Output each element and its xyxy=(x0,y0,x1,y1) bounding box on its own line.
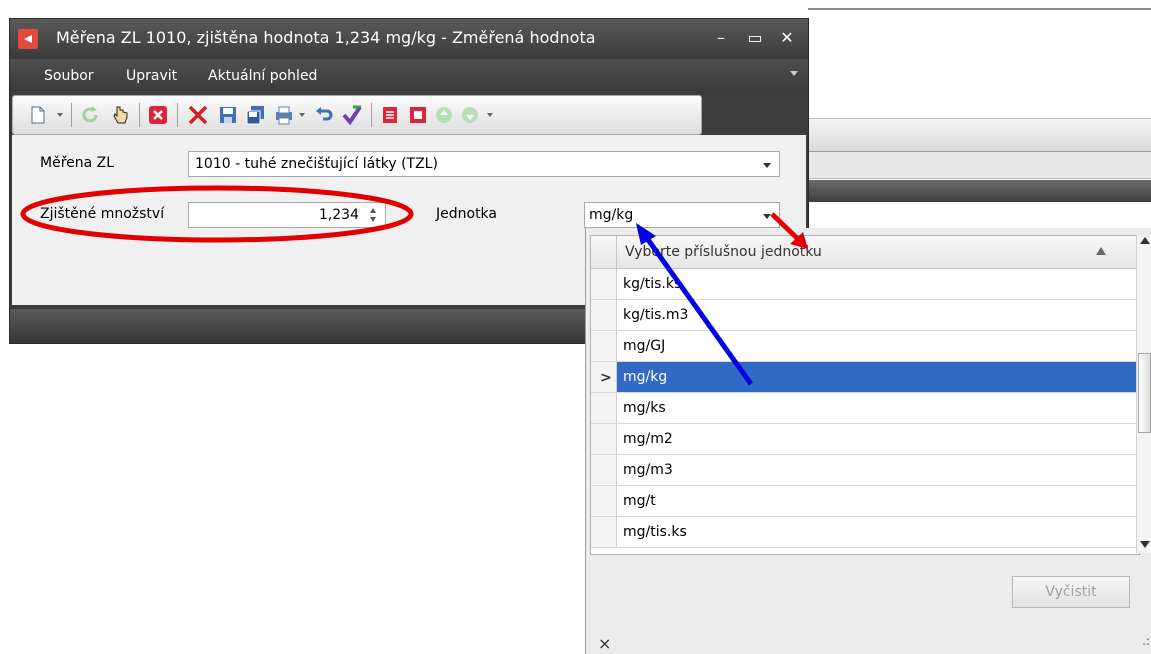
menu-bar: Soubor Upravit Aktuální pohled xyxy=(10,59,808,93)
list-item[interactable]: mg/GJ xyxy=(591,331,1139,362)
row-indicator xyxy=(591,331,617,361)
scroll-up-icon[interactable] xyxy=(1140,237,1150,244)
background-panel xyxy=(808,152,1151,179)
new-document-icon[interactable] xyxy=(27,104,49,126)
unit-grid: Vyberte příslušnou jednotku kg/tis.ks kg… xyxy=(590,235,1140,555)
report-icon[interactable] xyxy=(379,104,401,126)
list-item[interactable]: kg/tis.ks xyxy=(591,269,1139,300)
menu-upravit[interactable]: Upravit xyxy=(126,68,177,84)
spin-buttons-icon[interactable] xyxy=(369,207,377,223)
row-indicator xyxy=(591,393,617,423)
grid-scrollbar[interactable] xyxy=(1136,235,1151,553)
undo-icon[interactable] xyxy=(313,104,335,126)
list-item[interactable]: mg/m3 xyxy=(591,455,1139,486)
cancel-icon[interactable] xyxy=(147,104,169,126)
menu-soubor[interactable]: Soubor xyxy=(44,68,94,84)
print-dropdown-icon[interactable] xyxy=(299,113,305,117)
list-item-label: mg/ks xyxy=(623,400,666,416)
menu-aktualni-pohled[interactable]: Aktuální pohled xyxy=(208,68,317,84)
grid-header-label: Vyberte příslušnou jednotku xyxy=(625,244,822,260)
list-item-label: mg/kg xyxy=(623,369,668,385)
selection-highlight xyxy=(617,362,1139,392)
close-icon[interactable]: × xyxy=(598,634,611,653)
validate-check-icon[interactable] xyxy=(341,104,363,126)
toolbar-separator xyxy=(139,103,140,127)
title-bar[interactable]: Měřena ZL 1010, zjištěna hodnota 1,234 m… xyxy=(10,19,808,59)
chevron-down-icon[interactable] xyxy=(763,163,771,168)
toolbar-separator xyxy=(177,103,178,127)
toolbar-overflow-icon[interactable] xyxy=(487,113,493,117)
unit-combo[interactable]: mg/kg xyxy=(584,202,780,228)
export-icon[interactable] xyxy=(407,104,429,126)
refresh-icon[interactable] xyxy=(79,104,101,126)
background-dark-bar xyxy=(808,180,1151,202)
current-row-icon: > xyxy=(600,370,612,386)
row-indicator xyxy=(591,424,617,454)
toolbar-separator xyxy=(71,103,72,127)
chevron-down-icon[interactable] xyxy=(763,214,771,219)
print-icon[interactable] xyxy=(273,104,295,126)
unit-label: Jednotka xyxy=(436,206,497,222)
list-item-label: mg/tis.ks xyxy=(623,524,687,540)
move-up-icon[interactable] xyxy=(433,104,455,126)
row-indicator xyxy=(591,517,617,547)
list-item-label: mg/m3 xyxy=(623,462,673,478)
move-down-icon[interactable] xyxy=(459,104,481,126)
list-item-label: kg/tis.m3 xyxy=(623,307,689,323)
grid-header[interactable]: Vyberte příslušnou jednotku xyxy=(591,236,1139,269)
quantity-value: 1,234 xyxy=(318,207,359,223)
new-dropdown-icon[interactable] xyxy=(57,113,63,117)
list-item-selected[interactable]: > mg/kg xyxy=(591,362,1139,393)
clear-button[interactable]: Vyčistit xyxy=(1012,576,1130,608)
app-icon xyxy=(18,29,38,49)
list-item[interactable]: mg/m2 xyxy=(591,424,1139,455)
row-indicator-header xyxy=(591,236,617,268)
row-indicator: > xyxy=(591,362,617,392)
list-item[interactable]: kg/tis.m3 xyxy=(591,300,1139,331)
background-divider xyxy=(808,8,1151,10)
list-item[interactable]: mg/t xyxy=(591,486,1139,517)
hand-pointer-icon[interactable] xyxy=(109,104,131,126)
minimize-button[interactable]: – xyxy=(710,27,732,49)
row-indicator xyxy=(591,300,617,330)
window-title: Měřena ZL 1010, zjištěna hodnota 1,234 m… xyxy=(56,28,596,47)
maximize-button[interactable]: ▭ xyxy=(744,27,766,49)
quantity-input[interactable]: 1,234 xyxy=(188,202,386,228)
list-item-label: mg/t xyxy=(623,493,656,509)
scroll-down-icon[interactable] xyxy=(1140,541,1150,548)
row-indicator xyxy=(591,455,617,485)
sort-ascending-icon[interactable] xyxy=(1096,247,1106,255)
pollutant-label: Měřena ZL xyxy=(40,155,115,171)
delete-icon[interactable] xyxy=(187,104,209,126)
list-item[interactable]: mg/tis.ks xyxy=(591,517,1139,548)
close-button[interactable]: ✕ xyxy=(776,27,798,49)
scroll-thumb[interactable] xyxy=(1138,353,1151,433)
list-item-label: mg/GJ xyxy=(623,338,666,354)
background-toolbar xyxy=(808,118,1151,152)
toolbar-separator xyxy=(371,103,372,127)
unit-value: mg/kg xyxy=(589,207,634,223)
unit-dropdown-popup: Vyberte příslušnou jednotku kg/tis.ks kg… xyxy=(585,228,1151,654)
toolbar xyxy=(12,95,702,135)
background-content-area xyxy=(808,26,1151,118)
pollutant-combo[interactable]: 1010 - tuhé znečišťující látky (TZL) xyxy=(188,151,780,177)
pollutant-value: 1010 - tuhé znečišťující látky (TZL) xyxy=(195,156,438,172)
save-icon[interactable] xyxy=(217,104,239,126)
list-item-label: mg/m2 xyxy=(623,431,673,447)
list-item[interactable]: mg/ks xyxy=(591,393,1139,424)
quantity-label: Zjištěné množství xyxy=(40,206,165,222)
resize-grip-icon[interactable]: .: xyxy=(1142,634,1150,648)
menu-overflow-icon[interactable] xyxy=(790,71,798,76)
row-indicator xyxy=(591,269,617,299)
list-item-label: kg/tis.ks xyxy=(623,276,682,292)
row-indicator xyxy=(591,486,617,516)
save-all-icon[interactable] xyxy=(245,104,267,126)
